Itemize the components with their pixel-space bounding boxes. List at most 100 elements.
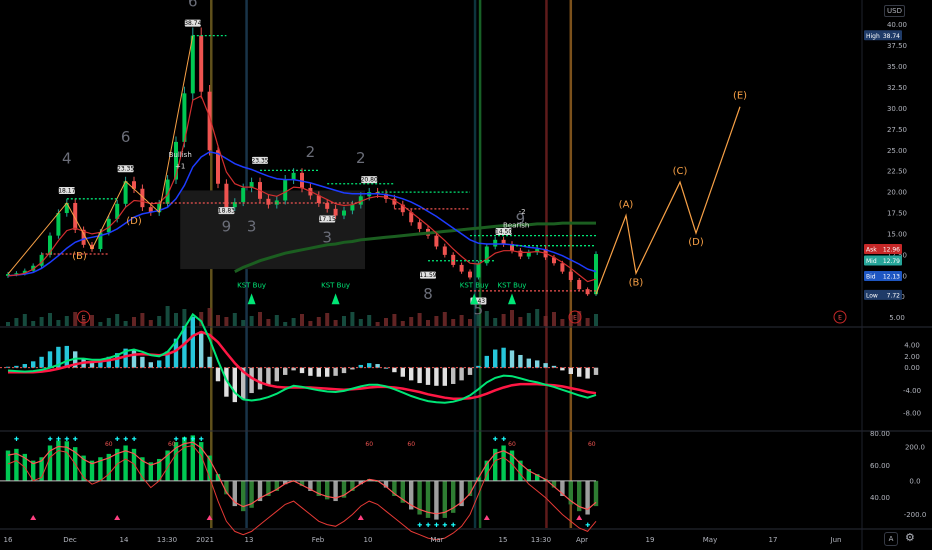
macd-histogram-bar [274,367,279,382]
price-label: 14.50 [495,228,512,235]
price-axis-tick: 22.50 [887,168,907,176]
volume-bar [115,314,120,326]
extreme-marker: ✚ [434,522,439,529]
signal-triangle [114,515,121,520]
time-axis-tick: 19 [646,536,655,544]
oscillator-top-label: 60 [365,441,373,448]
macd-histogram-bar [64,345,69,368]
kst-buy-label: KST Buy [498,282,527,290]
count-label: 9 [222,217,232,235]
macd-histogram-bar [157,360,162,368]
volume-bar [64,316,69,326]
macd-histogram-bar [467,367,473,375]
volume-bar [526,313,531,326]
bearish-count: -2 [519,208,526,216]
chart-canvas[interactable]: ✚ ✚ ✚ ✚ ✚ ✚ ✚ ✚ ✚ ✚ ✚ ✚✚ ✚ ✚ ✚ ✚✚ ✚✚60 60 60 60 60 60 (A)(B)(… [0,0,932,550]
side-tag-value: 12.13 [883,273,900,280]
macd-histogram-bar [409,367,414,381]
volume-bar [459,315,464,326]
volume-bar [493,318,498,326]
settings-icon[interactable]: A [884,532,898,546]
volume-bar [274,315,279,326]
earnings-label: E [573,315,577,322]
count-label: 2 [306,143,316,161]
side-tag-value: 7.72 [887,292,901,299]
count-label: 3 [322,228,332,246]
macd-histogram-bar [299,367,305,374]
candle-body [493,239,498,247]
volume-bar [300,314,304,326]
volume-bar [316,317,321,326]
oscillator-fast-line [7,441,597,515]
extreme-marker: ✚ [73,436,78,443]
volume-bar [22,314,27,326]
side-tag-label: Bid [866,273,876,280]
time-axis-tick: 14 [120,536,129,544]
volume-bar [308,321,313,326]
wave-label: (D) [688,237,704,248]
volume-bar [384,318,388,326]
macd-histogram-bar [31,361,36,368]
wave-label-history: (B) [72,251,87,262]
volume-bar [98,322,103,326]
count-label: 6 [188,0,198,10]
macd-histogram-bar [257,367,263,390]
chart-root[interactable]: ✚ ✚ ✚ ✚ ✚ ✚ ✚ ✚ ✚ ✚ ✚ ✚ ✚ ✚ ✚ ✚ ✚ ✚ ✚ ✚ 60 60 60 60 60 60 (A) (B)(… [0,0,932,550]
time-axis-tick: Mar [430,536,443,544]
volume-bar [56,320,61,326]
currency-label: USD [884,5,905,17]
candle-body [350,204,355,211]
kst-buy-triangle [331,293,340,305]
candle-body [291,172,296,180]
price-label: 17.15 [319,216,336,223]
candle-body [468,271,472,278]
wave-label: (A) [619,200,634,211]
macd-histogram-bar [442,367,447,386]
wave-label: (B) [629,277,644,288]
macd-histogram-bar [518,354,523,368]
price-axis-tick: 17.50 [887,210,907,218]
volume-bar [39,317,44,326]
oscillator-right-tick: 200.0 [905,444,925,452]
price-label: 38.74 [184,20,201,27]
macd-histogram-bar [232,367,237,403]
volume-bar [510,310,514,326]
candle-body [577,279,582,290]
side-tag-label: Low [866,292,878,299]
macd-histogram-bar [526,358,531,368]
bullish-count: +1 [175,163,185,171]
kst-buy-label: KST Buy [237,282,266,290]
side-tag-label: High [866,33,880,40]
wave-label-history: (D) [126,216,142,227]
macd-axis-tick: 0.00 [904,364,920,372]
count-label: 6 [121,128,131,146]
macd-histogram-bar [341,367,347,374]
volume-bar [400,321,405,326]
bullish-label: Bullish [169,151,192,159]
extreme-marker: ✚ [585,522,590,529]
volume-bar [535,309,540,326]
macd-histogram-bar [392,367,397,373]
volume-bar [333,320,338,326]
kst-buy-triangle [247,293,256,305]
oscillator-right-tick: 0.0 [909,477,920,485]
count-label: 4 [62,150,72,168]
volume-bar [560,319,565,326]
candle-body [266,198,271,205]
volume-bar [585,318,590,326]
volume-bar [468,319,472,326]
volume-bar [157,316,162,326]
volume-bar [325,313,330,326]
volume-bar [249,316,254,326]
kst-buy-label: KST Buy [460,282,489,290]
macd-histogram-bar [249,367,254,394]
candle-body [199,35,204,92]
macd-histogram-bar [283,367,288,375]
volume-bar [224,317,229,326]
volume-bar [594,314,598,326]
gear-icon[interactable]: ⚙ [905,531,915,544]
macd-histogram-bar [316,367,321,377]
price-axis-tick: 27.50 [887,126,907,134]
count-label: 8 [423,285,433,303]
volume-bar [182,309,187,326]
